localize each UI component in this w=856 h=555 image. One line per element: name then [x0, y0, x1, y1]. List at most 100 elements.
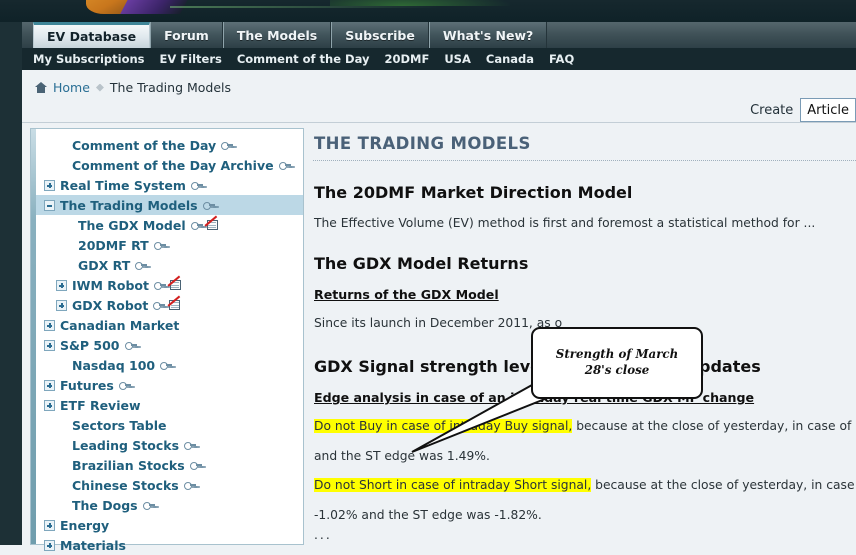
expand-icon[interactable] [56, 279, 67, 291]
sidebar-item-materials[interactable]: Materials [36, 535, 303, 555]
sidebar-item-brazilian-stocks[interactable]: Brazilian Stocks [36, 455, 303, 475]
sidebar-item-label: Nasdaq 100 [72, 357, 156, 373]
paragraph-ellipsis: ... [314, 527, 332, 542]
left-rail [0, 70, 22, 545]
primary-tabs: EV Database Forum The Models Subscribe What'… [33, 22, 548, 48]
subnav-item-ev-filters[interactable]: EV Filters [160, 52, 222, 66]
link-returns-of-gdx-model[interactable]: Returns of the GDX Model [314, 287, 856, 302]
subnav-item-canada[interactable]: Canada [486, 52, 534, 66]
sidebar-item-nasdaq-100[interactable]: Nasdaq 100 [36, 355, 303, 375]
tab-ev-database[interactable]: EV Database [33, 22, 151, 48]
paragraph-short-signal: Do not Short in case of intraday Short s… [314, 477, 856, 494]
title-dotted-divider [313, 160, 856, 161]
notebook-restricted-icon [204, 215, 219, 231]
key-icon [160, 361, 173, 370]
expand-icon[interactable] [44, 319, 55, 331]
breadcrumb: Home The Trading Models [22, 70, 856, 105]
sidebar-item-label: Sectors Table [72, 417, 167, 433]
sidebar-item-futures[interactable]: Futures [36, 375, 303, 395]
tab-what-s-new[interactable]: What's New? [428, 22, 548, 48]
sidebar-item-label: The GDX Model [78, 217, 186, 233]
sidebar-item-label: Materials [60, 537, 126, 553]
sidebar-item-label: Futures [60, 377, 114, 393]
sidebar-item-label: The Trading Models [60, 197, 198, 213]
sidebar-item-sectors-table[interactable]: Sectors Table [36, 415, 303, 435]
paragraph-20dmf-model: The Effective Volume (EV) method is firs… [314, 216, 816, 230]
sidebar-item-the-trading-models[interactable]: The Trading Models [36, 195, 303, 215]
tab-forum[interactable]: Forum [150, 22, 223, 48]
expand-icon[interactable] [44, 179, 55, 191]
sidebar-item-the-dogs[interactable]: The Dogs [36, 495, 303, 515]
subnav-left-cap [0, 48, 22, 70]
expand-icon[interactable] [44, 519, 55, 531]
sidebar-item-20dmf-rt[interactable]: 20DMF RT [36, 235, 303, 255]
site-masthead-banner [0, 0, 856, 22]
create-type-select[interactable]: Article [800, 98, 856, 122]
key-icon [153, 281, 166, 290]
page-title: THE TRADING MODELS [314, 134, 531, 153]
expand-icon[interactable] [44, 539, 55, 551]
sidebar-item-gdx-robot[interactable]: GDX Robot [36, 295, 303, 315]
sidebar-item-real-time-system[interactable]: Real Time System [36, 175, 303, 195]
sidebar-item-label: Real Time System [60, 177, 186, 193]
key-icon [221, 141, 234, 150]
breadcrumb-current: The Trading Models [109, 80, 232, 95]
expand-icon[interactable] [44, 399, 55, 411]
key-icon [202, 201, 215, 210]
sidebar-item-comment-of-the-day[interactable]: Comment of the Day [36, 135, 303, 155]
key-icon [135, 261, 148, 270]
sidebar-item-leading-stocks[interactable]: Leading Stocks [36, 435, 303, 455]
sidebar-item-label: Comment of the Day [72, 137, 217, 153]
key-icon [189, 461, 202, 470]
callout-bubble: Strength of March 28's close [531, 327, 703, 399]
collapse-icon[interactable] [44, 199, 55, 211]
sidebar-item-label: 20DMF RT [78, 237, 149, 253]
sidebar-item-label: GDX RT [78, 257, 131, 273]
sidebar-item-energy[interactable]: Energy [36, 515, 303, 535]
header-divider [22, 122, 856, 123]
sidebar-item-s-p-500[interactable]: S&P 500 [36, 335, 303, 355]
sidebar-item-label: Energy [60, 517, 110, 533]
sidebar-item-canadian-market[interactable]: Canadian Market [36, 315, 303, 335]
tab-subscribe[interactable]: Subscribe [331, 22, 429, 48]
key-icon [278, 161, 291, 170]
secondary-nav-bar: My Subscriptions EV Filters Comment of the… [0, 48, 856, 70]
create-control-row: Create Article [750, 95, 856, 125]
banner-art-streak [170, 6, 440, 8]
key-icon [184, 441, 197, 450]
sidebar-item-chinese-stocks[interactable]: Chinese Stocks [36, 475, 303, 495]
key-icon [190, 221, 203, 230]
key-icon [124, 341, 137, 350]
subnav-item-usa[interactable]: USA [444, 52, 471, 66]
tabbar-left-cap [0, 22, 22, 48]
sidebar-item-label: Canadian Market [60, 317, 180, 333]
home-icon [35, 82, 47, 93]
sidebar-item-etf-review[interactable]: ETF Review [36, 395, 303, 415]
sidebar-item-comment-of-the-day-archive[interactable]: Comment of the Day Archive [36, 155, 303, 175]
expand-icon[interactable] [44, 379, 55, 391]
text-short-signal-rest: because at the close of yesterday, in ca… [595, 478, 856, 493]
sidebar-navigation-panel: Comment of the Day Comment of the Day Arc… [36, 128, 304, 553]
sidebar-item-label: GDX Robot [72, 297, 149, 313]
notebook-restricted-icon [167, 275, 182, 291]
primary-tab-bar: EV Database Forum The Models Subscribe What'… [0, 22, 856, 48]
sidebar-item-the-gdx-model[interactable]: The GDX Model [36, 215, 303, 235]
subnav-item-my-subscriptions[interactable]: My Subscriptions [33, 52, 145, 66]
subnav-item-comment-of-the-day[interactable]: Comment of the Day [237, 52, 370, 66]
key-icon [142, 501, 155, 510]
expand-icon[interactable] [44, 339, 55, 351]
sidebar-items: Comment of the Day Comment of the Day Arc… [36, 135, 303, 555]
sidebar-item-gdx-rt[interactable]: GDX RT [36, 255, 303, 275]
highlight-do-not-short: Do not Short in case of intraday Short s… [314, 478, 592, 493]
key-icon [118, 381, 131, 390]
subnav-item-20dmf[interactable]: 20DMF [384, 52, 429, 66]
sidebar-item-label: Chinese Stocks [72, 477, 179, 493]
subnav-item-faq[interactable]: FAQ [549, 52, 574, 66]
breadcrumb-home-link[interactable]: Home [53, 80, 90, 95]
expand-icon[interactable] [56, 299, 67, 311]
tab-the-models[interactable]: The Models [222, 22, 332, 48]
heading-gdx-model-returns: The GDX Model Returns [314, 253, 529, 273]
sidebar-item-iwm-robot[interactable]: IWM Robot [36, 275, 303, 295]
sidebar-item-label: Brazilian Stocks [72, 457, 185, 473]
key-icon [153, 241, 166, 250]
